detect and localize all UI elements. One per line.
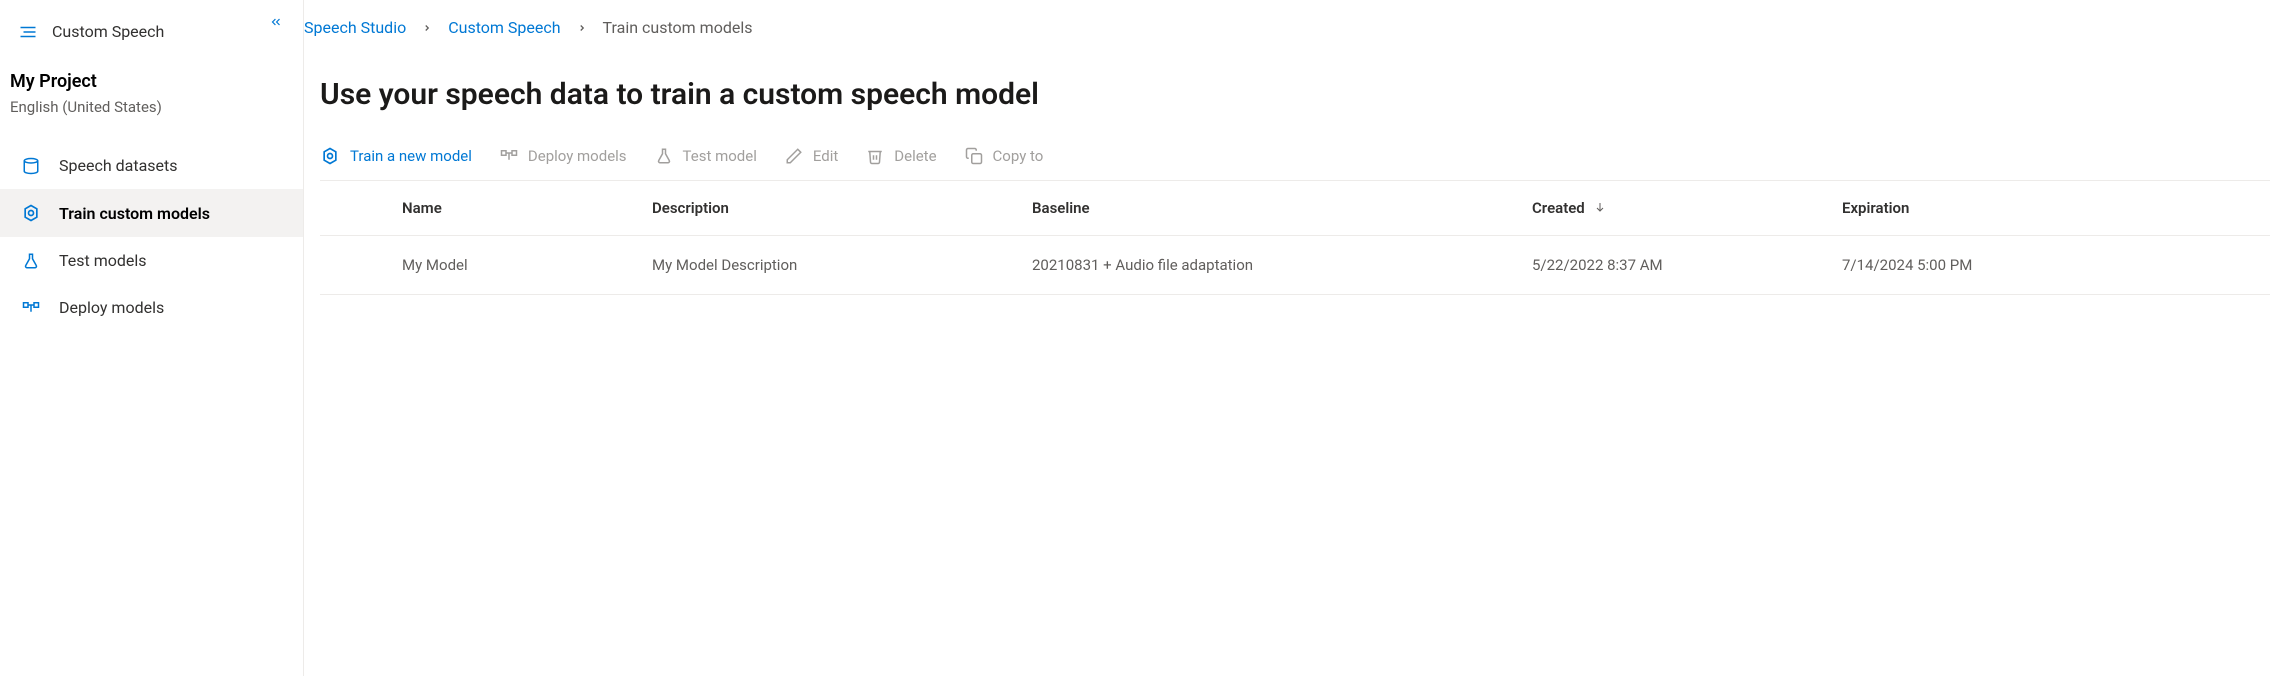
chevron-right-icon [422,18,432,37]
main-content: Speech Studio Custom Speech Train custom… [304,0,2270,676]
column-header-name[interactable]: Name [390,181,640,236]
flask-icon [655,147,673,165]
cell-baseline: 20210831 + Audio file adaptation [1020,236,1520,295]
sidebar-item-train-custom-models[interactable]: Train custom models [0,189,303,237]
models-table: Name Description Baseline Created Expira… [320,181,2270,295]
copy-to-button: Copy to [965,147,1044,165]
chevron-right-icon [577,18,587,37]
test-model-button: Test model [655,147,757,165]
cell-expiration: 7/14/2024 5:00 PM [1830,236,2270,295]
sidebar: Custom Speech My Project English (United… [0,0,304,676]
deploy-models-button: Deploy models [500,147,627,165]
edit-button: Edit [785,147,838,165]
page-title: Use your speech data to train a custom s… [320,77,2270,112]
table-header-row: Name Description Baseline Created Expira… [320,181,2270,236]
sidebar-group-title[interactable]: Custom Speech [0,8,303,55]
sidebar-group-label: Custom Speech [52,22,164,41]
project-name: My Project [10,71,285,92]
column-header-expiration[interactable]: Expiration [1830,181,2270,236]
chevron-double-left-icon [269,14,283,33]
toolbar-label: Test model [683,147,757,165]
toolbar-label: Train a new model [350,147,472,165]
sidebar-item-label: Speech datasets [59,156,178,175]
sidebar-item-deploy-models[interactable]: Deploy models [0,284,303,331]
deploy-icon [21,301,41,315]
sidebar-item-label: Train custom models [59,204,210,223]
sidebar-item-speech-datasets[interactable]: Speech datasets [0,142,303,189]
delete-button: Delete [866,147,936,165]
edit-icon [785,147,803,165]
list-icon [18,25,38,39]
breadcrumb-mid[interactable]: Custom Speech [448,18,560,37]
deploy-icon [500,149,518,163]
sidebar-item-test-models[interactable]: Test models [0,237,303,284]
column-header-description[interactable]: Description [640,181,1020,236]
table-row[interactable]: My Model My Model Description 20210831 +… [320,236,2270,295]
model-icon [21,203,41,223]
toolbar-label: Delete [894,147,936,165]
toolbar-label: Deploy models [528,147,627,165]
breadcrumb-current: Train custom models [603,18,753,37]
toolbar: Train a new model Deploy models Test mod… [320,146,2270,181]
row-select-cell[interactable] [320,236,390,295]
toolbar-label: Copy to [993,147,1044,165]
toolbar-label: Edit [813,147,838,165]
column-header-baseline[interactable]: Baseline [1020,181,1520,236]
breadcrumb: Speech Studio Custom Speech Train custom… [304,18,2270,37]
copy-icon [965,147,983,165]
model-icon [320,146,340,166]
cell-name: My Model [390,236,640,295]
cell-description: My Model Description [640,236,1020,295]
sidebar-project: My Project English (United States) [0,55,303,120]
sidebar-nav: Speech datasets Train custom models Test… [0,142,303,331]
sidebar-item-label: Test models [59,251,147,270]
database-icon [21,157,41,175]
train-new-model-button[interactable]: Train a new model [320,146,472,166]
trash-icon [866,147,884,165]
sidebar-item-label: Deploy models [59,298,164,317]
breadcrumb-root[interactable]: Speech Studio [304,18,406,37]
sort-down-icon [1594,199,1606,217]
column-header-select[interactable] [320,181,390,236]
collapse-sidebar-button[interactable] [269,14,283,33]
column-header-created[interactable]: Created [1520,181,1830,236]
cell-created: 5/22/2022 8:37 AM [1520,236,1830,295]
project-language: English (United States) [10,98,285,116]
flask-icon [21,252,41,270]
